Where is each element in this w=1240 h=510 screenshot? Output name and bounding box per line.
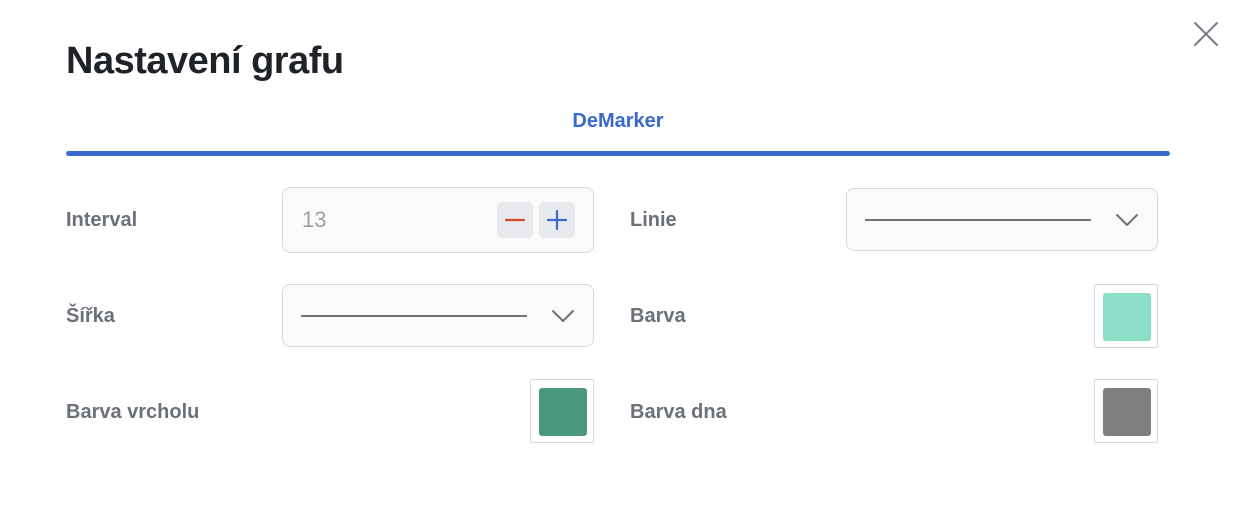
line-style-preview bbox=[865, 219, 1091, 221]
tab-demarker[interactable]: DeMarker bbox=[66, 100, 1170, 158]
peak-color-swatch[interactable] bbox=[530, 379, 594, 443]
color-swatch[interactable] bbox=[1094, 284, 1158, 348]
line-select[interactable] bbox=[846, 188, 1158, 251]
width-label: Šířka bbox=[66, 305, 115, 327]
bottom-color-label: Barva dna bbox=[630, 401, 727, 423]
interval-label: Interval bbox=[66, 209, 138, 231]
bottom-color-swatch[interactable] bbox=[1094, 379, 1158, 443]
width-dropdown-toggle[interactable] bbox=[551, 305, 575, 327]
peak-color-label: Barva vrcholu bbox=[66, 401, 200, 423]
plus-icon bbox=[546, 209, 568, 231]
tab-label: DeMarker bbox=[572, 110, 664, 132]
chart-settings-dialog: Nastavení grafu DeMarker Interval 13 Šíř… bbox=[0, 0, 1240, 510]
line-label: Linie bbox=[630, 209, 677, 231]
width-select[interactable] bbox=[282, 284, 594, 347]
chevron-down-icon bbox=[1116, 214, 1138, 226]
decrement-button[interactable] bbox=[497, 202, 533, 238]
dialog-title: Nastavení grafu bbox=[66, 40, 344, 82]
interval-stepper[interactable]: 13 bbox=[282, 187, 594, 253]
minus-icon bbox=[504, 218, 526, 222]
line-dropdown-toggle[interactable] bbox=[1115, 209, 1139, 231]
color-label: Barva bbox=[630, 305, 686, 327]
tab-bar: DeMarker bbox=[66, 100, 1170, 158]
increment-button[interactable] bbox=[539, 202, 575, 238]
close-button[interactable] bbox=[1190, 18, 1222, 50]
peak-color-fill bbox=[539, 388, 587, 436]
color-fill bbox=[1103, 293, 1151, 341]
active-tab-indicator bbox=[66, 151, 1170, 156]
width-line-preview bbox=[301, 315, 527, 317]
close-icon bbox=[1194, 22, 1218, 46]
chevron-down-icon bbox=[552, 310, 574, 322]
interval-value[interactable]: 13 bbox=[302, 207, 326, 233]
bottom-color-fill bbox=[1103, 388, 1151, 436]
